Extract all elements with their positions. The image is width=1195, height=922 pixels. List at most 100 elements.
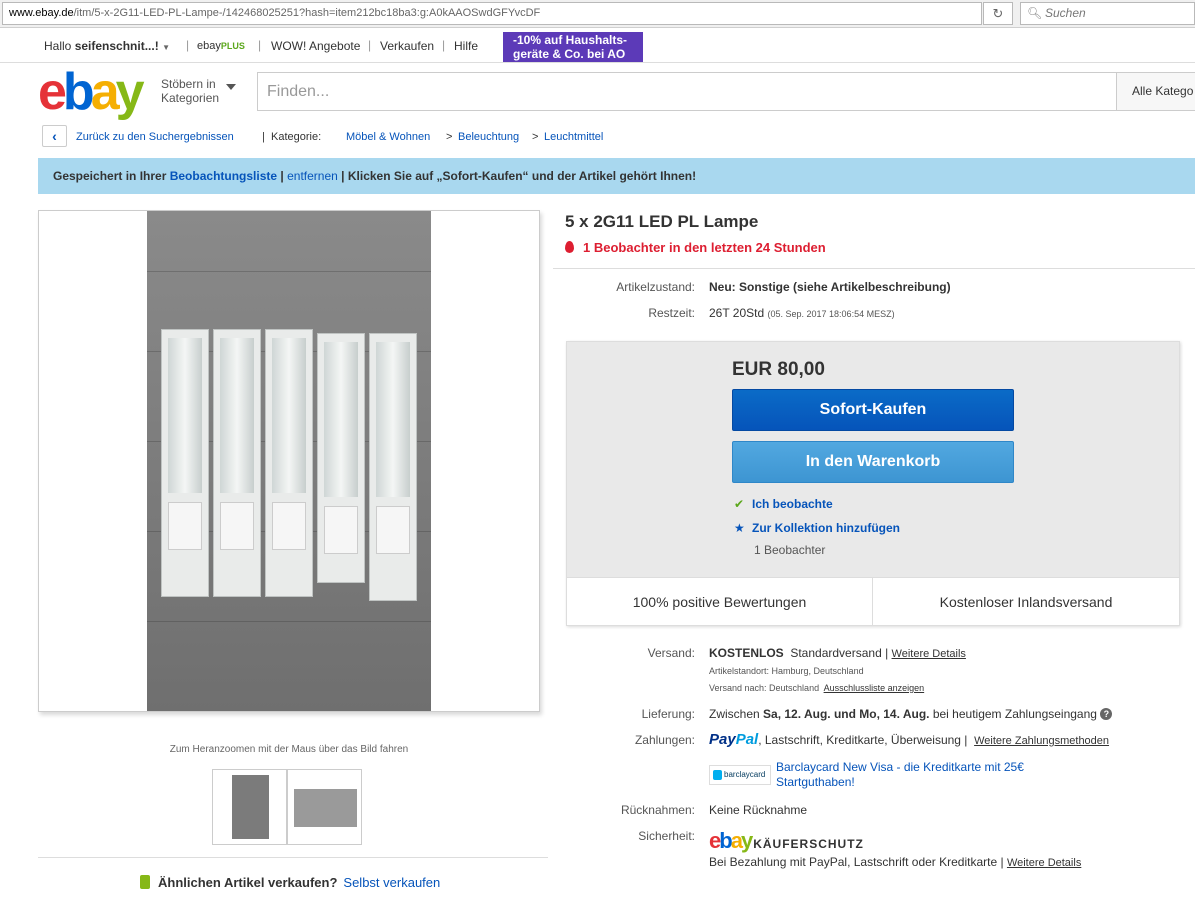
- nav-divider: |: [186, 38, 190, 52]
- returns-value: Keine Rücknahme: [709, 803, 808, 817]
- remove-link[interactable]: entfernen: [287, 169, 338, 183]
- watching-link[interactable]: ✔ Ich beobachte: [734, 497, 833, 511]
- search-input[interactable]: Finden...: [257, 72, 1117, 111]
- nav-divider: |: [368, 38, 372, 52]
- browse-line-2: Kategorien: [161, 91, 220, 105]
- promo-banner[interactable]: -10% auf Haushalts-geräte & Co. bei AO: [503, 32, 643, 62]
- delivery-post: bei heutigem Zahlungseingang: [929, 707, 1097, 721]
- paypal-pay: Pay: [709, 731, 736, 748]
- time-left-duration: 26T 20Std: [709, 306, 765, 320]
- more-payment-methods-link[interactable]: Weitere Zahlungsmethoden: [974, 735, 1109, 747]
- address-bar[interactable]: www.ebay.de/itm/5-x-2G11-LED-PL-Lampe-/1…: [2, 2, 982, 25]
- breadcrumb-furniture[interactable]: Möbel & Wohnen: [346, 131, 430, 143]
- category-select[interactable]: Alle Katego: [1116, 72, 1195, 111]
- add-to-cart-button[interactable]: In den Warenkorb: [732, 441, 1014, 483]
- chevron-down-icon: ▼: [162, 43, 170, 52]
- payment-methods: PayPal, Lastschrift, Kreditkarte, Überwe…: [709, 731, 1109, 748]
- banner-suffix: | Klicken Sie auf „Sofort-Kaufen“ und de…: [337, 169, 697, 183]
- time-left-value: 26T 20Std (05. Sep. 2017 18:06:54 MESZ): [709, 306, 895, 320]
- back-arrow-icon[interactable]: ‹: [42, 125, 67, 147]
- barclaycard-offer-link[interactable]: Barclaycard New Visa - die Kreditkarte m…: [776, 760, 1024, 790]
- item-title: 5 x 2G11 LED PL Lampe: [565, 212, 759, 231]
- security-label: Sicherheit:: [638, 829, 695, 843]
- promo-line-2: geräte & Co. bei AO: [513, 47, 626, 61]
- ebay-plus-link[interactable]: ebayPLUS: [197, 40, 245, 52]
- username: seifenschnit...!: [74, 39, 159, 53]
- greeting-prefix: Hallo: [44, 39, 75, 53]
- nav-deals[interactable]: WOW! Angebote: [271, 39, 360, 53]
- item-location: Artikelstandort: Hamburg, Deutschland: [709, 666, 864, 676]
- watch-count: 1 Beobachter: [754, 543, 826, 557]
- main-image-frame[interactable]: [38, 210, 540, 712]
- browse-categories[interactable]: Stöbern in Kategorien: [161, 77, 219, 105]
- browser-search-input[interactable]: 🔍︎ Suchen: [1020, 2, 1195, 25]
- category-label: Kategorie:: [271, 131, 322, 143]
- top-navigation: Hallo seifenschnit...! ▼ | ebayPLUS | WO…: [0, 29, 1195, 63]
- thumbnail-2[interactable]: [287, 769, 362, 845]
- paypal-logo: PayPal: [709, 731, 758, 748]
- browser-search-placeholder: Suchen: [1045, 6, 1086, 20]
- sell-similar-question: Ähnlichen Artikel verkaufen?: [158, 875, 338, 890]
- reload-icon[interactable]: ↻: [983, 2, 1013, 25]
- shipping-details-link[interactable]: Weitere Details: [892, 648, 966, 660]
- hot-watchers: 1 Beobachter in den letzten 24 Stunden: [565, 240, 826, 255]
- buy-now-button[interactable]: Sofort-Kaufen: [732, 389, 1014, 431]
- add-collection-link[interactable]: ★ Zur Kollektion hinzufügen: [734, 521, 900, 535]
- product-photo[interactable]: [147, 211, 431, 711]
- nav-help[interactable]: Hilfe: [454, 39, 478, 53]
- help-icon[interactable]: ?: [1100, 708, 1113, 720]
- exclusion-list-link[interactable]: Ausschlussliste anzeigen: [824, 683, 925, 693]
- check-icon: ✔: [734, 497, 745, 511]
- buyer-protection-logo: ebay KÄUFERSCHUTZ: [709, 828, 864, 854]
- time-left-label: Restzeit:: [648, 306, 695, 320]
- watchlist-link[interactable]: Beobachtungsliste: [170, 169, 277, 183]
- search-icon: 🔍︎: [1027, 6, 1043, 20]
- security-note: Bei Bezahlung mit PayPal, Lastschrift od…: [709, 855, 1081, 869]
- banner-prefix: Gespeichert in Ihrer: [53, 169, 170, 183]
- divider: [553, 268, 1195, 269]
- ships-to: Versand nach: Deutschland Ausschlusslist…: [709, 683, 924, 693]
- barclaycard-logo: barclaycard: [709, 765, 771, 785]
- breadcrumb-lighting[interactable]: Beleuchtung: [458, 131, 519, 143]
- watchlist-banner: Gespeichert in Ihrer Beobachtungsliste |…: [38, 158, 1195, 194]
- sell-similar: Ähnlichen Artikel verkaufen? Selbst verka…: [140, 875, 440, 890]
- shipping-value: KOSTENLOS Standardversand | Weitere Deta…: [709, 646, 966, 660]
- breadcrumb-bulbs[interactable]: Leuchtmittel: [544, 131, 603, 143]
- chevron-down-icon: [226, 84, 236, 90]
- buyer-protection-text: KÄUFERSCHUTZ: [753, 837, 864, 851]
- breadcrumb-divider: |: [262, 131, 265, 143]
- sell-yourself-link[interactable]: Selbst verkaufen: [343, 875, 440, 890]
- breadcrumb-separator: >: [532, 131, 539, 143]
- delivery-value: Zwischen Sa, 12. Aug. und Mo, 14. Aug. b…: [709, 707, 1113, 721]
- browse-line-1: Stöbern in: [161, 77, 216, 91]
- payment-methods-text: , Lastschrift, Kreditkarte, Überweisung …: [758, 733, 968, 747]
- nav-sell[interactable]: Verkaufen: [380, 39, 434, 53]
- browser-toolbar: www.ebay.de/itm/5-x-2G11-LED-PL-Lampe-/1…: [0, 0, 1195, 28]
- user-greeting[interactable]: Hallo seifenschnit...! ▼: [44, 39, 170, 53]
- shipping-standard: Standardversand |: [790, 646, 889, 660]
- condition-value: Neu: Sonstige (siehe Artikelbeschreibung…: [709, 280, 951, 294]
- watching-text: Ich beobachte: [752, 497, 833, 511]
- back-to-results-link[interactable]: Zurück zu den Suchergebnissen: [76, 131, 234, 143]
- ebay-logo[interactable]: ebay: [38, 66, 145, 118]
- security-details-link[interactable]: Weitere Details: [1007, 857, 1081, 869]
- security-text: Bei Bezahlung mit PayPal, Lastschrift od…: [709, 855, 1004, 869]
- shipping-label: Versand:: [647, 646, 695, 660]
- divider: [38, 857, 548, 858]
- plus-text: PLUS: [220, 41, 245, 51]
- positive-feedback: 100% positive Bewertungen: [567, 578, 873, 626]
- zoom-hint: Zum Heranzoomen mit der Maus über das Bi…: [169, 744, 409, 755]
- url-path: /itm/5-x-2G11-LED-PL-Lampe-/142468025251…: [73, 7, 541, 19]
- seller-highlights: 100% positive Bewertungen Kostenloser In…: [567, 577, 1179, 626]
- delivery-pre: Zwischen: [709, 707, 764, 721]
- eagle-icon: [713, 770, 722, 780]
- payments-label: Zahlungen:: [634, 733, 695, 747]
- barclay-line-2: Startguthaben!: [776, 775, 855, 789]
- returns-label: Rücknahmen:: [620, 803, 695, 817]
- add-collection-text: Zur Kollektion hinzufügen: [752, 521, 900, 535]
- ebay-plus-text: ebay: [197, 40, 221, 52]
- ships-to-text: Versand nach: Deutschland: [709, 683, 820, 693]
- ebay-protection-logo: ebay: [709, 828, 753, 853]
- thumbnail-1[interactable]: [212, 769, 287, 845]
- hot-watchers-text: 1 Beobachter in den letzten 24 Stunden: [583, 240, 826, 255]
